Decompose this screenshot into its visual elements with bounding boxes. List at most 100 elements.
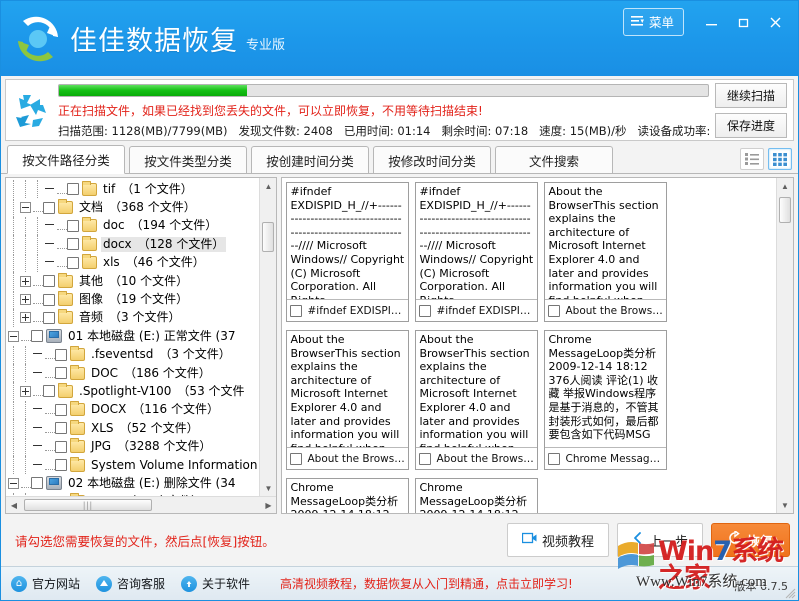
tree-item[interactable]: 文档 （368 个文件）: [6, 198, 259, 217]
tree-item[interactable]: xls （46 个文件）: [6, 253, 259, 272]
file-card[interactable]: Chrome MessageLoop类分析2009-12-14 18:12 37…: [544, 330, 668, 470]
tree-scroll-up-arrow[interactable]: ▲: [260, 178, 277, 194]
tab-4[interactable]: 文件搜索: [495, 146, 613, 173]
tree-item-checkbox[interactable]: [43, 201, 55, 214]
tree-vertical-scrollbar[interactable]: ▲ ▼: [259, 178, 277, 496]
tree-item-checkbox[interactable]: [67, 238, 79, 251]
close-button[interactable]: [760, 10, 790, 34]
tree-scroll-right-arrow[interactable]: ▶: [260, 497, 277, 513]
file-card-name: Chrome Message...: [565, 452, 664, 465]
tree-item[interactable]: .Spotlight-V100 （53 个文件: [6, 382, 259, 401]
tree-item[interactable]: doc （194 个文件）: [6, 216, 259, 235]
minimize-button[interactable]: [696, 10, 726, 34]
tree-item[interactable]: XLS （52 个文件）: [6, 419, 259, 438]
list-view-button[interactable]: [740, 148, 764, 170]
grid-view-button[interactable]: [768, 148, 792, 170]
tree-horizontal-scrollbar[interactable]: ◀ ||| ▶: [6, 496, 277, 513]
tree-item[interactable]: .fseventsd （3 个文件）: [6, 345, 259, 364]
tree-scroll-thumb[interactable]: [262, 222, 275, 252]
file-card[interactable]: Chrome MessageLoop类分析2009-12-14 18:12 37…: [415, 478, 539, 513]
cards-scroll-up-arrow[interactable]: ▲: [777, 178, 793, 194]
tree-item-checkbox[interactable]: [55, 403, 67, 416]
file-card-footer: Chrome Message...: [545, 447, 667, 469]
tree-item-checkbox[interactable]: [31, 330, 43, 343]
tree-item[interactable]: JPG （3288 个文件）: [6, 437, 259, 456]
tree-item-checkbox[interactable]: [43, 293, 55, 306]
tree-item-checkbox[interactable]: [55, 422, 67, 435]
file-card[interactable]: About the BrowserThis section explains t…: [544, 182, 668, 322]
tab-0[interactable]: 按文件路径分类: [7, 145, 125, 174]
tree-collapse-toggle[interactable]: [20, 202, 31, 214]
tree-item-checkbox[interactable]: [67, 183, 79, 196]
tree-item-checkbox[interactable]: [55, 440, 67, 453]
tree-item-checkbox[interactable]: [67, 256, 79, 269]
tree-item-checkbox[interactable]: [67, 219, 79, 232]
maximize-button[interactable]: [728, 10, 758, 34]
file-card-grid[interactable]: #ifndef EXDISPID_H_//+------------------…: [282, 178, 776, 513]
cards-scroll-thumb[interactable]: [779, 197, 791, 223]
tree-expander-spacer: [32, 404, 43, 415]
file-tree-list[interactable]: tif （1 个文件） 文档 （368 个文件） doc （194 个文件） docx…: [6, 178, 259, 496]
cards-scroll-down-arrow[interactable]: ▼: [777, 497, 793, 513]
tree-item-checkbox[interactable]: [43, 311, 55, 324]
file-card[interactable]: Chrome MessageLoop类分析2009-12-14 18:12 37…: [286, 478, 410, 513]
tree-item-checkbox[interactable]: [43, 275, 55, 288]
footer-link-about[interactable]: 关于软件: [181, 575, 250, 592]
file-card-footer: #ifndef EXDISPID...: [287, 299, 409, 321]
tree-item[interactable]: System Volume Information: [6, 456, 259, 475]
tree-item[interactable]: 音频 （3 个文件）: [6, 308, 259, 327]
tree-item[interactable]: docx （128 个文件）: [6, 235, 259, 254]
tree-expander-spacer: [44, 220, 55, 231]
tree-item[interactable]: 图像 （19 个文件）: [6, 290, 259, 309]
save-progress-button[interactable]: 保存进度: [715, 112, 787, 138]
file-card[interactable]: #ifndef EXDISPID_H_//+------------------…: [286, 182, 410, 322]
tree-item[interactable]: tif （1 个文件）: [6, 180, 259, 199]
file-card-checkbox[interactable]: [419, 304, 432, 317]
file-card[interactable]: #ifndef EXDISPID_H_//+------------------…: [415, 182, 539, 322]
file-card[interactable]: About the BrowserThis section explains t…: [415, 330, 539, 470]
tree-hscroll-thumb[interactable]: |||: [24, 499, 152, 511]
tree-item-checkbox[interactable]: [55, 459, 67, 472]
tab-1[interactable]: 按文件类型分类: [129, 146, 247, 173]
tree-expand-toggle[interactable]: [20, 385, 31, 397]
continue-scan-button[interactable]: 继续扫描: [715, 82, 787, 108]
file-card-checkbox[interactable]: [419, 452, 432, 465]
file-card-checkbox[interactable]: [548, 452, 561, 465]
cards-vertical-scrollbar[interactable]: ▲ ▼: [776, 178, 793, 513]
tree-indent-guide: [8, 400, 20, 419]
file-card-checkbox[interactable]: [290, 452, 303, 465]
tree-expand-toggle[interactable]: [20, 312, 31, 324]
tree-collapse-toggle[interactable]: [8, 330, 19, 342]
tree-item-checkbox[interactable]: [43, 385, 55, 398]
tree-item-checkbox[interactable]: [55, 348, 67, 361]
footer-link-support[interactable]: 咨询客服: [96, 575, 165, 592]
tree-scroll-left-arrow[interactable]: ◀: [6, 497, 22, 513]
tree-collapse-toggle[interactable]: [8, 477, 19, 489]
menu-button[interactable]: 菜单: [622, 8, 684, 36]
file-card-checkbox[interactable]: [290, 304, 303, 317]
file-card[interactable]: About the BrowserThis section explains t…: [286, 330, 410, 470]
tab-3[interactable]: 按修改时间分类: [373, 146, 491, 173]
tree-item[interactable]: DOC （186 个文件）: [6, 364, 259, 383]
tree-item[interactable]: 其他 （10 个文件）: [6, 272, 259, 291]
chat-icon: [96, 575, 113, 592]
folder-icon: [58, 199, 73, 215]
file-card-checkbox[interactable]: [548, 304, 561, 317]
tree-item[interactable]: 02 本地磁盘 (E:) 删除文件 (34: [6, 474, 259, 492]
tree-item-checkbox[interactable]: [31, 477, 43, 490]
tree-item-checkbox[interactable]: [55, 367, 67, 380]
tab-2[interactable]: 按创建时间分类: [251, 146, 369, 173]
footer-promo-text[interactable]: 高清视频教程，数据恢复从入门到精通，点击立即学习!: [280, 575, 573, 592]
recover-button[interactable]: 恢复: [710, 523, 790, 557]
tree-item[interactable]: DOCX （116 个文件）: [6, 400, 259, 419]
hamburger-icon: [630, 15, 645, 29]
resize-grip[interactable]: [784, 586, 796, 599]
video-tutorial-button[interactable]: 视频教程: [506, 523, 609, 557]
footer-link-official-site[interactable]: ⌂ 官方网站: [11, 575, 80, 592]
tree-scroll-down-arrow[interactable]: ▼: [260, 480, 277, 496]
tree-expand-toggle[interactable]: [20, 294, 31, 306]
tree-item[interactable]: 01 本地磁盘 (E:) 正常文件 (37: [6, 327, 259, 345]
file-card-name: About the Browse...: [565, 304, 664, 317]
previous-step-button[interactable]: 上一步: [616, 523, 703, 557]
tree-expand-toggle[interactable]: [20, 275, 31, 287]
